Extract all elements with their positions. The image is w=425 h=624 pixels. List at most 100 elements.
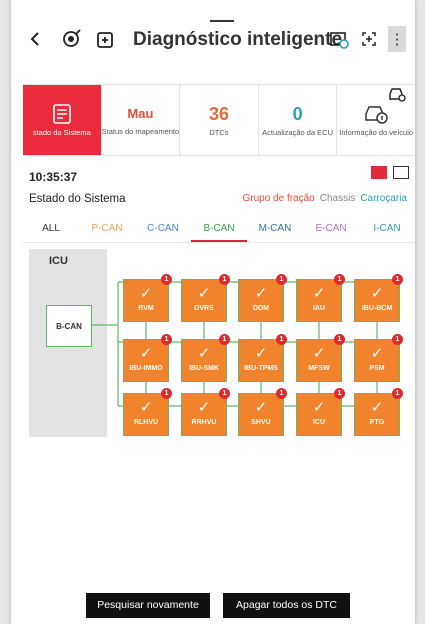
add-tab-icon[interactable] [95, 28, 117, 50]
search-again-button[interactable]: Pesquisar novamente [86, 593, 210, 618]
back-icon[interactable] [24, 28, 46, 50]
check-icon: ✓ [197, 285, 211, 302]
header-bar: Diagnóstico inteligente ⋮ [11, 18, 415, 62]
more-menu-icon[interactable]: ⋮ [388, 26, 406, 52]
check-icon: ✓ [139, 345, 153, 362]
card-label: DTCs [209, 128, 229, 137]
ecu-label: PTG [369, 419, 385, 426]
tab-i-can[interactable]: I-CAN [359, 217, 415, 242]
check-icon: ✓ [370, 285, 384, 302]
dtc-count-badge: 1 [276, 334, 287, 345]
card-system-status[interactable]: stado do Sistema [23, 85, 102, 155]
ecu-ibu-tpms[interactable]: ✓ IBU-TPMS 1 [238, 334, 287, 382]
vehicle-info-icon[interactable] [328, 28, 350, 50]
action-buttons: Pesquisar novamente Apagar todos os DTC [11, 593, 415, 618]
filter-chassis[interactable]: Chassis [320, 193, 356, 204]
view-toggle [371, 166, 409, 179]
ecu-ibu-immo[interactable]: ✓ IBU-IMMO 1 [123, 334, 172, 382]
ecu-dvrs[interactable]: ✓ DVRS 1 [181, 274, 230, 322]
dtc-count-badge: 1 [334, 334, 345, 345]
ecu-label: SHVU [251, 419, 271, 426]
card-vehicle-info[interactable]: Informação do veículo [337, 85, 415, 155]
ecu-label: RLHVU [133, 419, 159, 426]
vehicle-info-card-icon [365, 106, 388, 124]
ecu-label: MFSW [308, 365, 330, 372]
ecu-label: IBU-IMMO [129, 365, 163, 372]
app-window: Diagnóstico inteligente ⋮ stado do Siste… [11, 0, 415, 624]
fullscreen-icon[interactable] [358, 28, 380, 50]
ecu-label: RVM [138, 305, 154, 312]
filter-body[interactable]: Carroçaria [360, 193, 407, 204]
ecu-label: IBU-SMK [189, 365, 219, 372]
dtc-count-badge: 1 [276, 274, 287, 285]
ecu-label: IBU-TPMS [244, 365, 278, 372]
tab-all[interactable]: ALL [23, 217, 79, 242]
dtc-count-badge: 1 [276, 388, 287, 399]
check-icon: ✓ [312, 345, 326, 362]
ecu-icu[interactable]: ✓ ICU 1 [296, 388, 345, 436]
check-icon: ✓ [254, 285, 268, 302]
ecu-label: PSM [369, 365, 385, 372]
card-dtcs[interactable]: 36 DTCs [180, 85, 259, 155]
section-title: Estado do Sistema [29, 193, 126, 205]
ecu-label: IBU-BCM [361, 305, 393, 312]
dtc-count-badge: 1 [161, 334, 172, 345]
ecu-mfsw[interactable]: ✓ MFSW 1 [296, 334, 345, 382]
dtc-count-badge: 1 [334, 388, 345, 399]
ecu-label: RRHVU [191, 419, 217, 426]
dtc-count-badge: 1 [219, 334, 230, 345]
tab-m-can[interactable]: M-CAN [247, 217, 303, 242]
dtc-count-badge: 1 [161, 388, 172, 399]
tab-p-can[interactable]: P-CAN [79, 217, 135, 242]
ecu-rvm[interactable]: ✓ RVM 1 [123, 274, 172, 322]
card-mapping-status[interactable]: Mau Status do mapeamento [102, 85, 181, 155]
card-label: Informação do veículo [339, 128, 414, 137]
clear-all-dtc-button[interactable]: Apagar todos os DTC [223, 593, 350, 618]
scan-icon[interactable] [60, 28, 82, 50]
tab-b-can[interactable]: B-CAN [191, 217, 247, 242]
check-icon: ✓ [370, 345, 384, 362]
network-tabs: ALL P-CAN C-CAN B-CAN M-CAN E-CAN I-CAN [23, 217, 415, 243]
system-status-icon [52, 104, 71, 124]
ecu-label: DDM [253, 305, 269, 312]
card-value: 0 [292, 104, 303, 124]
dtc-count-badge: 1 [392, 274, 403, 285]
filter-group[interactable]: Grupo de fração [242, 193, 314, 204]
grid-view-icon[interactable] [371, 166, 387, 179]
page-title: Diagnóstico inteligente [133, 29, 343, 50]
summary-cards: stado do Sistema Mau Status do mapeament… [23, 84, 415, 156]
card-value: Mau [127, 106, 154, 121]
ecu-ddm[interactable]: ✓ DDM 1 [238, 274, 287, 322]
ecu-ibu-bcm[interactable]: ✓ IBU-BCM 1 [354, 274, 403, 322]
card-ecu-update[interactable]: 0 Actualização da ECU [259, 85, 338, 155]
ecu-rrhvu[interactable]: ✓ RRHVU 1 [181, 388, 230, 436]
ecu-label: DVRS [194, 305, 214, 312]
b-can-bus-node[interactable]: B-CAN [46, 305, 92, 347]
ecu-shvu[interactable]: ✓ SHVU 1 [238, 388, 287, 436]
check-icon: ✓ [312, 285, 326, 302]
check-icon: ✓ [197, 345, 211, 362]
check-icon: ✓ [254, 399, 268, 416]
check-icon: ✓ [254, 345, 268, 362]
ecu-label: IAU [312, 305, 326, 312]
check-icon: ✓ [139, 285, 153, 302]
dtc-count-badge: 1 [219, 388, 230, 399]
group-filters: Grupo de fração Chassis Carroçaria [237, 193, 407, 204]
card-label: Actualização da ECU [262, 128, 334, 137]
tab-e-can[interactable]: E-CAN [303, 217, 359, 242]
dtc-count-badge: 1 [392, 334, 403, 345]
tab-c-can[interactable]: C-CAN [135, 217, 191, 242]
dtc-count-badge: 1 [219, 274, 230, 285]
dtc-count-badge: 1 [334, 274, 345, 285]
list-view-icon[interactable] [393, 166, 409, 179]
ecu-ptg[interactable]: ✓ PTG 1 [354, 388, 403, 436]
ecu-label: ICU [312, 419, 326, 426]
card-value: 36 [208, 104, 229, 124]
ecu-psm[interactable]: ✓ PSM 1 [354, 334, 403, 382]
ecu-ibu-smk[interactable]: ✓ IBU-SMK 1 [181, 334, 230, 382]
card-label: stado do Sistema [32, 128, 91, 137]
ecu-iau[interactable]: ✓ IAU 1 [296, 274, 345, 322]
check-icon: ✓ [312, 399, 326, 416]
check-icon: ✓ [370, 399, 384, 416]
ecu-rlhvu[interactable]: ✓ RLHVU 1 [123, 388, 172, 436]
